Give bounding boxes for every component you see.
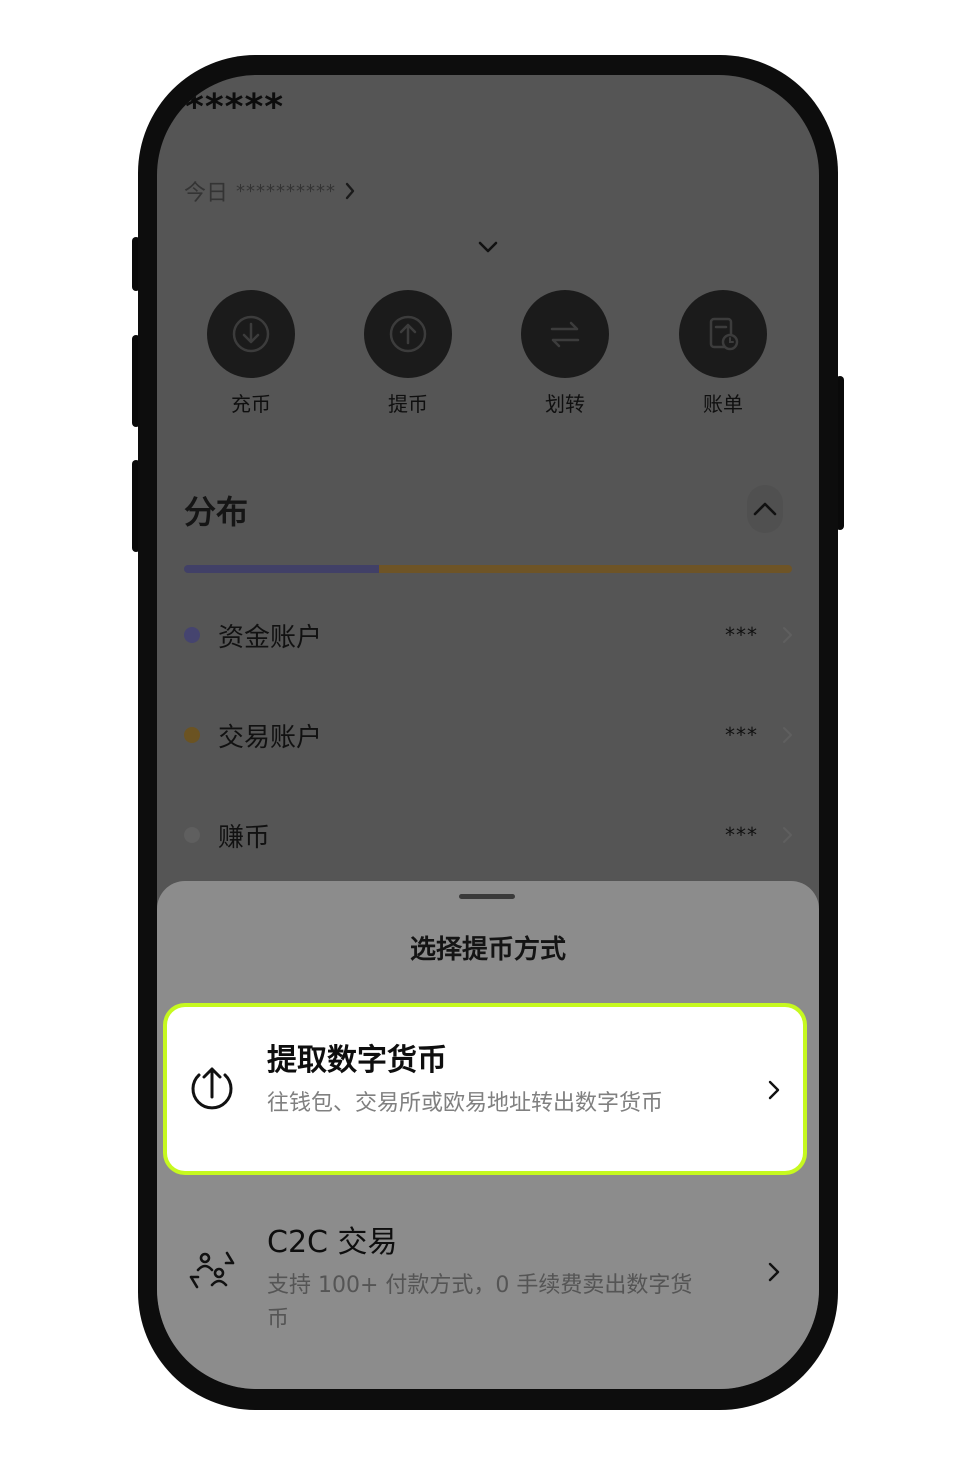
account-row-trading[interactable]: 交易账户 *** bbox=[184, 715, 794, 755]
option-description: 往钱包、交易所或欧易地址转出数字货币 bbox=[267, 1091, 664, 1116]
action-bill[interactable]: 账单 bbox=[663, 290, 783, 417]
chevron-down-icon[interactable] bbox=[477, 240, 499, 254]
distribution-title: 分布 bbox=[184, 493, 249, 531]
action-transfer[interactable]: 划转 bbox=[505, 290, 625, 417]
action-label: 账单 bbox=[703, 392, 743, 416]
account-row-funding[interactable]: 资金账户 *** bbox=[184, 615, 794, 655]
distribution-bar-segment bbox=[184, 565, 379, 573]
action-label: 提币 bbox=[388, 392, 428, 416]
masked-balance: ***** bbox=[185, 87, 285, 128]
account-value: *** bbox=[725, 823, 758, 847]
collapse-button[interactable] bbox=[747, 485, 783, 533]
distribution-bar-segment bbox=[378, 565, 792, 573]
chevron-right-icon bbox=[768, 1080, 780, 1100]
chevron-up-icon bbox=[753, 502, 777, 516]
sheet-title: 选择提币方式 bbox=[409, 935, 566, 965]
option-title: C2C 交易 bbox=[267, 1225, 398, 1260]
chevron-right-icon bbox=[345, 182, 355, 200]
account-value: *** bbox=[725, 723, 758, 747]
option-withdraw-crypto[interactable]: 提取数字货币 往钱包、交易所或欧易地址转出数字货币 bbox=[167, 1007, 803, 1171]
upload-icon bbox=[191, 1067, 233, 1110]
option-title: 提取数字货币 bbox=[267, 1043, 447, 1078]
chevron-right-icon bbox=[783, 727, 792, 743]
account-name: 赚币 bbox=[218, 822, 271, 853]
transfer-icon bbox=[521, 290, 609, 378]
c2c-exchange-icon bbox=[189, 1251, 235, 1289]
action-deposit[interactable]: 充币 bbox=[191, 290, 311, 417]
option-description: 支持 100+ 付款方式，0 手续费卖出数字货币 bbox=[267, 1273, 693, 1332]
withdraw-method-sheet: 选择提币方式 提取数字货币 往钱包、交易所或欧易地址转出数字货币 C2C 交易 … bbox=[157, 881, 819, 1389]
action-label: 划转 bbox=[545, 392, 585, 416]
account-dot bbox=[184, 727, 200, 743]
chevron-right-icon bbox=[768, 1262, 780, 1282]
action-label: 充币 bbox=[231, 392, 271, 416]
bill-icon bbox=[679, 290, 767, 378]
account-name: 交易账户 bbox=[218, 722, 323, 753]
distribution-bar bbox=[184, 565, 792, 573]
sheet-drag-handle[interactable] bbox=[459, 894, 515, 899]
account-dot bbox=[184, 827, 200, 843]
today-label: 今日 bbox=[184, 181, 229, 206]
account-dot bbox=[184, 627, 200, 643]
account-row-earn[interactable]: 赚币 *** bbox=[184, 815, 794, 855]
account-name: 资金账户 bbox=[218, 622, 323, 653]
withdraw-icon bbox=[364, 290, 452, 378]
chevron-right-icon bbox=[783, 627, 792, 643]
today-value: ********** bbox=[236, 180, 337, 202]
account-value: *** bbox=[725, 623, 758, 647]
phone-screen: ***** 今日 ********** 充币 提币 划转 账单 分布 资金账户 … bbox=[157, 75, 819, 1389]
action-withdraw[interactable]: 提币 bbox=[348, 290, 468, 417]
deposit-icon bbox=[207, 290, 295, 378]
chevron-right-icon bbox=[783, 827, 792, 843]
option-c2c-trade[interactable]: C2C 交易 支持 100+ 付款方式，0 手续费卖出数字货币 bbox=[167, 1189, 803, 1353]
today-pnl-link[interactable]: 今日 ********** bbox=[184, 175, 356, 207]
